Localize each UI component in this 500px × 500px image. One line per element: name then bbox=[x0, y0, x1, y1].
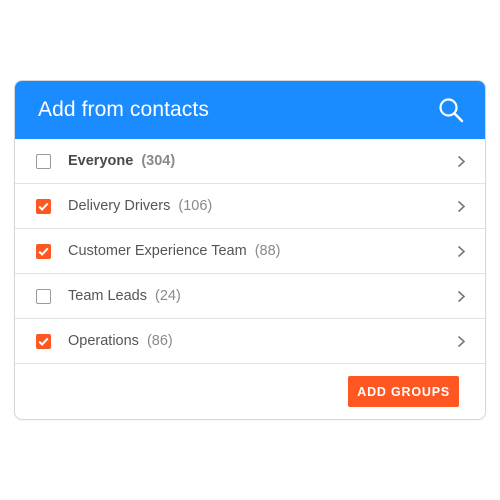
group-name: Delivery Drivers bbox=[68, 198, 171, 214]
group-name: Customer Experience Team bbox=[68, 243, 247, 259]
chevron-right-icon[interactable] bbox=[455, 289, 467, 303]
group-name: Team Leads bbox=[68, 288, 147, 304]
group-row-customer-experience-team[interactable]: Customer Experience Team (88) bbox=[15, 229, 485, 274]
chevron-right-icon[interactable] bbox=[455, 154, 467, 168]
chevron-right-icon[interactable] bbox=[455, 199, 467, 213]
group-checkbox[interactable] bbox=[36, 153, 51, 169]
chevron-right-icon[interactable] bbox=[455, 244, 467, 258]
group-count: (24) bbox=[155, 288, 181, 304]
group-count: (106) bbox=[178, 198, 213, 214]
group-list: Everyone (304) Delivery Drivers (106) Cu… bbox=[15, 139, 485, 364]
check-icon bbox=[38, 337, 49, 346]
search-icon bbox=[439, 98, 464, 123]
dialog-title: Add from contacts bbox=[38, 98, 209, 121]
group-label: Team Leads (24) bbox=[68, 288, 455, 304]
group-name: Operations bbox=[68, 333, 139, 349]
group-row-operations[interactable]: Operations (86) bbox=[15, 319, 485, 364]
group-label: Everyone (304) bbox=[68, 153, 455, 169]
group-name: Everyone bbox=[68, 153, 134, 169]
check-icon bbox=[38, 247, 49, 256]
group-row-everyone[interactable]: Everyone (304) bbox=[15, 139, 485, 184]
group-row-delivery-drivers[interactable]: Delivery Drivers (106) bbox=[15, 184, 485, 229]
group-checkbox[interactable] bbox=[36, 288, 51, 304]
group-count: (86) bbox=[146, 333, 173, 349]
group-row-team-leads[interactable]: Team Leads (24) bbox=[15, 274, 485, 319]
group-label: Delivery Drivers (106) bbox=[68, 198, 455, 214]
add-from-contacts-dialog: Add from contacts Everyone (304) Deliver… bbox=[14, 80, 486, 420]
dialog-header: Add from contacts bbox=[15, 81, 485, 139]
add-groups-button[interactable]: ADD GROUPS bbox=[348, 376, 459, 407]
group-label: Customer Experience Team (88) bbox=[68, 243, 455, 259]
group-count: (304) bbox=[141, 153, 176, 169]
group-label: Operations (86) bbox=[68, 333, 455, 349]
dialog-footer: ADD GROUPS bbox=[15, 364, 485, 419]
group-checkbox[interactable] bbox=[36, 333, 51, 349]
group-checkbox[interactable] bbox=[36, 198, 51, 214]
group-count: (88) bbox=[254, 243, 281, 259]
search-button[interactable] bbox=[437, 96, 465, 124]
check-icon bbox=[38, 202, 49, 211]
group-checkbox[interactable] bbox=[36, 243, 51, 259]
chevron-right-icon[interactable] bbox=[455, 334, 467, 348]
